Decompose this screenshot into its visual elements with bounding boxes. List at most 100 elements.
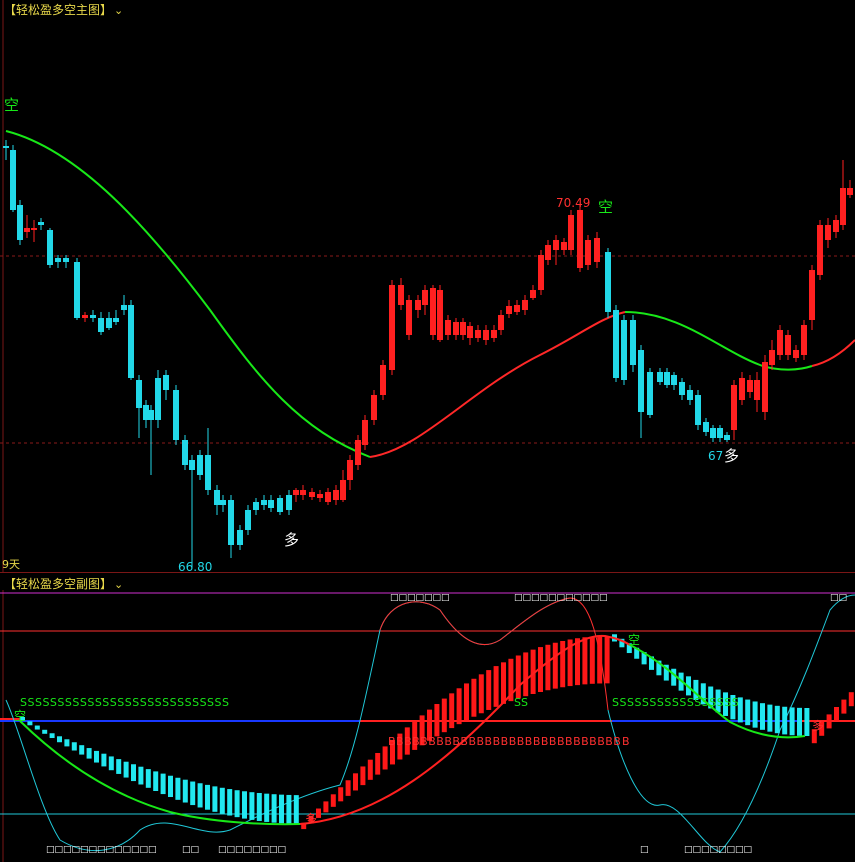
candle-body	[695, 395, 701, 425]
long-signal-tag: 多	[305, 812, 317, 826]
candle-body	[121, 305, 127, 310]
panel-divider	[0, 572, 855, 573]
main-price-chart[interactable]: 空 空 70.49 66.80 67 多 多	[0, 0, 855, 572]
oscillator-bar	[515, 655, 521, 699]
candle-body	[253, 502, 259, 510]
oscillator-bar	[375, 752, 381, 775]
oscillator-bar	[264, 793, 270, 822]
candle-body	[197, 455, 203, 475]
candle-body	[577, 210, 583, 268]
oscillator-bar-series	[20, 634, 854, 830]
long-signal-tag: 多	[812, 719, 824, 733]
candle-body	[398, 285, 404, 305]
candle-body	[769, 350, 775, 365]
oscillator-bar	[138, 766, 144, 785]
oscillator-bar	[131, 764, 136, 782]
oscillator-bar	[49, 733, 55, 739]
candle-body	[777, 330, 783, 355]
candle-body	[585, 240, 591, 265]
oscillator-bar	[464, 683, 469, 721]
candle-body	[3, 146, 9, 148]
buy-marker-row: B	[622, 735, 630, 748]
oscillator-bar	[212, 786, 218, 812]
oscillator-bar	[441, 698, 447, 733]
oscillator-bar	[197, 783, 203, 808]
sell-marker-row: SSSSSSSSSSSSSSSSS	[612, 696, 739, 709]
oscillator-bar	[471, 678, 477, 717]
candle-body	[739, 378, 745, 400]
oscillator-bar	[57, 736, 62, 743]
candle-body	[762, 362, 768, 412]
candle-body	[63, 258, 69, 262]
oscillator-bar	[168, 775, 173, 798]
trend-line-up-2	[811, 339, 855, 367]
candle-body	[638, 350, 644, 412]
oscillator-bar	[367, 759, 373, 780]
candle-body	[430, 288, 436, 335]
oscillator-bar	[34, 725, 40, 730]
candle-body	[613, 310, 619, 378]
candle-body	[268, 500, 274, 508]
oscillator-bar	[523, 652, 529, 697]
oscillator-bar	[108, 756, 114, 771]
oscillator-bar	[760, 703, 765, 730]
later-low-label: 67	[708, 449, 723, 463]
oscillator-bar	[256, 792, 262, 821]
candle-body	[460, 322, 466, 335]
candle-body	[475, 330, 481, 338]
candle-body	[148, 410, 154, 420]
candle-body	[237, 530, 243, 545]
candle-body	[785, 335, 791, 355]
candle-body	[833, 220, 839, 232]
candle-body	[406, 300, 412, 335]
oscillator-bar	[219, 787, 225, 814]
candle-body	[445, 320, 451, 335]
oscillator-bar	[575, 638, 580, 686]
candle-body	[182, 440, 188, 465]
box-marker-row: □□□□□□□□	[684, 845, 752, 855]
box-marker-row: □□□□□□□□□□□	[514, 593, 608, 603]
sub-indicator-chart[interactable]: SSSSSSSSSSSSSSSSSSSSSSSSSSSS SS SSSSSSSS…	[0, 590, 855, 862]
box-marker-row: □□	[830, 593, 847, 603]
candle-body	[17, 205, 23, 240]
candle-body	[568, 215, 574, 250]
candle-body	[340, 480, 346, 500]
candle-body	[205, 455, 211, 490]
candle-body	[545, 245, 551, 260]
short-signal-marker: 空	[598, 198, 613, 216]
candle-body	[498, 315, 504, 330]
oscillator-bar	[234, 790, 240, 818]
oscillator-bar	[86, 748, 92, 759]
candle-body	[245, 510, 251, 530]
oscillator-bar	[71, 742, 77, 751]
candle-body	[605, 252, 611, 312]
oscillator-bar	[271, 794, 277, 823]
candle-body	[214, 490, 220, 505]
candle-body	[687, 390, 693, 400]
oscillator-bar	[242, 791, 247, 819]
candle-body	[657, 372, 663, 382]
candle-body	[840, 188, 846, 225]
candle-body	[731, 385, 737, 430]
oscillator-bar	[249, 792, 255, 820]
oscillator-bar	[604, 636, 610, 684]
candle-body	[380, 365, 386, 395]
short-signal-marker: 空	[4, 96, 19, 114]
long-signal-marker: 多	[724, 447, 739, 465]
candle-body	[553, 240, 559, 250]
oscillator-bar	[597, 636, 603, 684]
candle-body	[747, 380, 753, 392]
candle-body	[371, 395, 377, 420]
candle-body	[10, 150, 16, 210]
low-price-label: 66.80	[178, 560, 212, 572]
candle-body	[710, 428, 716, 438]
short-signal-tag: 空	[14, 709, 26, 723]
candle-body	[293, 490, 299, 495]
oscillator-bar	[353, 773, 358, 791]
box-marker-row: □□□□□□□	[390, 593, 450, 603]
candle-body	[325, 492, 331, 502]
candle-body	[24, 228, 30, 232]
oscillator-bar	[175, 777, 181, 800]
candle-body	[90, 315, 96, 318]
candle-body	[754, 380, 760, 400]
